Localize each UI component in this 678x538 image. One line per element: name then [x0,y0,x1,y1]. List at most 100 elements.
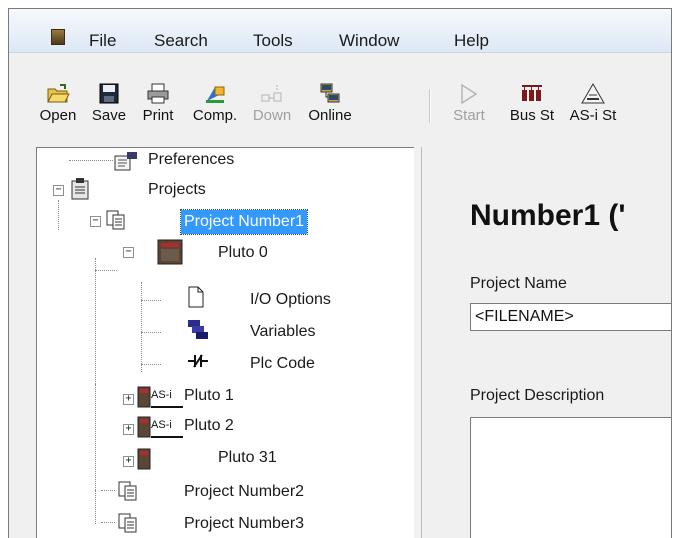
asi-badge: AS-i [151,386,183,408]
project-tree[interactable]: Preferences − Projects − Project Number1… [36,147,414,538]
tree-line [141,300,161,301]
project-icon [118,513,137,533]
tree-item-label: I/O Options [250,291,331,308]
tree-item-label: Plc Code [250,355,315,372]
tree-item-label: Pluto 1 [184,387,234,404]
tree-line [141,364,161,365]
download-button[interactable]: Down [245,83,299,131]
app-icon[interactable] [51,29,65,45]
tree-item-label: Pluto 2 [184,417,234,434]
collapse-toggle[interactable]: − [123,247,134,258]
project-details-panel: Number1 (' Project Name Project Descript… [421,147,671,538]
menu-bar: File Search Tools Window Help [9,9,671,53]
tree-item-label: Project Number1 [179,209,309,235]
menu-window[interactable]: Window [339,31,399,51]
tree-item-label: Variables [250,323,316,340]
online-icon [320,83,340,103]
plc-unit-icon [137,416,151,438]
expand-toggle[interactable]: + [123,424,134,435]
play-icon [461,83,478,105]
compile-button[interactable]: Comp. [185,83,245,131]
tree-item-label: Pluto 31 [218,449,277,466]
plc-unit-icon [157,239,183,265]
tree-item-projects[interactable]: Projects [145,178,209,202]
asi-status-button[interactable]: AS-i St [562,83,624,131]
tree-item-pluto-0[interactable]: Pluto 0 [215,241,271,265]
tree-line [101,490,115,491]
preferences-icon [114,152,137,171]
menu-search[interactable]: Search [154,31,208,51]
tree-item-project-number3[interactable]: Project Number3 [181,512,307,536]
tree-line [95,258,96,384]
menu-file[interactable]: File [89,31,116,51]
plc-unit-icon [137,386,151,408]
toolbar-separator [429,89,431,123]
tree-item-pluto-1[interactable]: Pluto 1 [181,384,237,408]
online-label: Online [308,107,352,124]
project-description-input[interactable] [470,417,671,538]
project-title: Number1 (' [470,199,626,232]
plc-unit-icon [137,448,151,470]
plc-code-icon [188,354,208,368]
expand-toggle[interactable]: + [123,394,134,405]
expand-toggle[interactable]: + [123,456,134,467]
open-label: Open [39,107,77,124]
menu-help[interactable]: Help [454,31,489,51]
tree-line [95,384,96,490]
online-button[interactable]: Online [299,83,361,131]
save-label: Save [91,107,127,124]
collapse-toggle[interactable]: − [90,216,101,227]
open-folder-icon [47,84,70,103]
print-button[interactable]: Print [135,83,181,131]
download-icon [261,85,282,102]
tree-item-label: Project Number2 [184,483,305,500]
tree-item-project-number2[interactable]: Project Number2 [181,480,307,504]
tree-line [58,200,59,230]
start-label: Start [453,107,485,124]
tree-line [95,270,117,271]
project-name-label: Project Name [470,275,567,292]
tree-item-label: Pluto 0 [218,244,268,261]
bus-status-label: Bus St [509,107,555,124]
asi-status-icon [581,83,605,104]
project-name-input[interactable] [470,303,671,331]
tree-line [141,332,161,333]
tree-item-pluto-31[interactable]: Pluto 31 [215,446,280,470]
compile-icon [206,86,225,103]
tree-line [95,490,96,524]
tree-line [69,160,113,161]
tree-line [141,282,142,372]
tree-item-label: Project Number3 [184,515,305,532]
tree-line [101,522,115,523]
asi-badge: AS-i [151,416,183,438]
save-button[interactable]: Save [87,83,131,131]
start-button[interactable]: Start [449,83,489,131]
floppy-disk-icon [99,83,119,104]
tree-item-io-options[interactable]: I/O Options [247,288,334,312]
project-description-label: Project Description [470,387,605,404]
panel-splitter[interactable] [414,147,420,538]
tree-item-plc-code[interactable]: Plc Code [247,352,318,376]
print-label: Print [142,107,174,124]
toolbar: Open Save Print Comp. Down Online Start … [9,53,671,137]
printer-icon [147,83,169,104]
open-button[interactable]: Open [33,83,83,131]
tree-item-variables[interactable]: Variables [247,320,319,344]
bus-status-icon [522,85,542,101]
bus-status-button[interactable]: Bus St [503,83,561,131]
tree-item-project-number1[interactable]: Project Number1 [179,209,309,235]
app-window: File Search Tools Window Help Open Save [8,8,672,538]
document-icon [188,286,204,308]
tree-item-label: Projects [148,181,206,198]
collapse-toggle[interactable]: − [53,185,64,196]
project-icon [118,481,137,501]
menu-tools[interactable]: Tools [253,31,293,51]
asi-status-label: AS-i St [569,107,617,124]
compile-label: Comp. [192,107,238,124]
tree-item-preferences[interactable]: Preferences [145,148,237,172]
project-icon [106,210,125,230]
tree-item-pluto-2[interactable]: Pluto 2 [181,414,237,438]
projects-folder-icon [71,178,89,200]
tree-item-label: Preferences [148,151,235,168]
download-label: Down [252,107,292,124]
